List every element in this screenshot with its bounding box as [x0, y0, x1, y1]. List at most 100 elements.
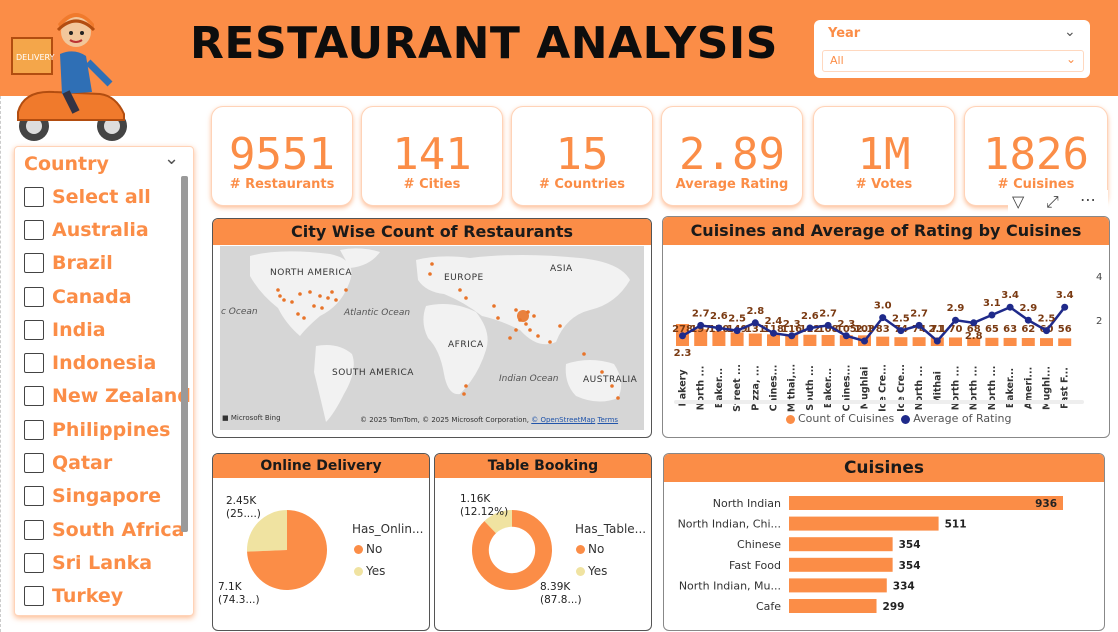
city-point[interactable] [320, 306, 324, 310]
city-point[interactable] [308, 290, 312, 294]
rating-point[interactable] [915, 321, 923, 329]
bar-count[interactable] [912, 337, 926, 346]
city-point[interactable] [330, 290, 334, 294]
country-item-qatar[interactable]: Qatar [24, 446, 184, 479]
city-point[interactable] [312, 304, 316, 308]
rating-point[interactable] [1043, 327, 1050, 335]
city-point[interactable] [508, 336, 512, 340]
rating-point[interactable] [1061, 303, 1069, 311]
city-point[interactable] [536, 334, 540, 338]
rating-point[interactable] [751, 319, 759, 327]
city-point[interactable] [616, 396, 620, 400]
rating-point[interactable] [806, 324, 814, 332]
city-point[interactable] [514, 308, 518, 312]
country-item-new-zealand[interactable]: New Zealand [24, 380, 191, 413]
checkbox[interactable] [24, 453, 44, 474]
chevron-down-icon[interactable]: ⌄ [1066, 52, 1076, 66]
checkbox[interactable] [24, 386, 44, 407]
checkbox[interactable] [24, 519, 44, 540]
scrollbar[interactable] [181, 176, 188, 532]
rating-point[interactable] [879, 314, 887, 322]
focus-mode-icon[interactable]: ⤢ [1046, 192, 1059, 212]
city-point[interactable] [514, 328, 518, 332]
more-options-icon[interactable]: ⋯ [1080, 190, 1096, 209]
country-item-turkey[interactable]: Turkey [24, 580, 184, 613]
rating-point[interactable] [842, 332, 850, 340]
city-point[interactable] [600, 370, 604, 374]
city-point[interactable] [558, 324, 562, 328]
bar-count[interactable] [1058, 338, 1072, 346]
cuisine-bar[interactable] [789, 516, 939, 531]
bar-count[interactable] [1040, 338, 1053, 346]
bar-count[interactable] [748, 333, 762, 346]
scrollbar[interactable] [674, 400, 1084, 404]
bar-count[interactable] [1003, 337, 1017, 346]
checkbox[interactable] [24, 186, 44, 207]
country-item-brazil[interactable]: Brazil [24, 247, 184, 280]
city-point[interactable] [496, 316, 500, 320]
cuisine-bar[interactable] [789, 578, 887, 593]
checkbox[interactable] [24, 253, 44, 274]
checkbox[interactable] [24, 419, 44, 440]
city-point[interactable] [278, 294, 282, 298]
rating-point[interactable] [679, 332, 686, 340]
city-point[interactable] [582, 352, 586, 356]
country-item-philippines[interactable]: Philippines [24, 413, 184, 446]
checkbox[interactable] [24, 286, 44, 307]
rating-point[interactable] [824, 321, 832, 329]
checkbox[interactable] [24, 353, 44, 374]
filter-icon[interactable]: ▽ [1012, 192, 1024, 211]
city-point[interactable] [528, 328, 532, 332]
rating-point[interactable] [1006, 303, 1014, 311]
city-point[interactable] [290, 300, 294, 304]
rating-point[interactable] [788, 332, 796, 340]
rating-point[interactable] [897, 327, 905, 335]
city-point[interactable] [276, 288, 280, 292]
checkbox[interactable] [24, 586, 44, 607]
city-point[interactable] [326, 296, 330, 300]
checkbox[interactable] [24, 486, 44, 507]
bar-count[interactable] [876, 336, 890, 346]
rating-point[interactable] [952, 316, 959, 324]
chevron-down-icon[interactable]: ⌄ [164, 148, 179, 169]
rating-point[interactable] [970, 319, 978, 327]
osm-link[interactable]: © OpenStreetMap [531, 416, 595, 424]
city-point[interactable] [526, 310, 530, 314]
city-point[interactable] [428, 272, 432, 276]
country-item-sri-lanka[interactable]: Sri Lanka [24, 546, 184, 579]
city-point[interactable] [610, 384, 614, 388]
country-item-indonesia[interactable]: Indonesia [24, 346, 184, 379]
city-point[interactable] [524, 322, 528, 326]
checkbox[interactable] [24, 319, 44, 340]
city-point[interactable] [518, 318, 522, 322]
city-point[interactable] [302, 316, 306, 320]
cuisine-bar[interactable] [789, 599, 877, 613]
rating-point[interactable] [770, 329, 777, 337]
city-point[interactable] [298, 292, 302, 296]
country-item-india[interactable]: India [24, 313, 184, 346]
year-dropdown[interactable] [822, 50, 1084, 72]
city-point[interactable] [548, 340, 552, 344]
country-item-south-africa[interactable]: South Africa [24, 513, 184, 546]
cuisine-bar[interactable] [789, 557, 893, 572]
country-item-select-all[interactable]: Select all [24, 180, 184, 213]
city-point[interactable] [318, 294, 322, 298]
checkbox[interactable] [24, 552, 44, 573]
terms-link[interactable]: Terms [597, 416, 618, 424]
city-point[interactable] [464, 296, 468, 300]
country-item-australia[interactable]: Australia [24, 213, 184, 246]
city-point[interactable] [282, 298, 286, 302]
city-point[interactable] [462, 392, 466, 396]
city-point[interactable] [458, 288, 462, 292]
city-point[interactable] [532, 314, 536, 318]
city-point[interactable] [464, 384, 468, 388]
bar-count[interactable] [821, 335, 835, 346]
city-point[interactable] [334, 298, 338, 302]
cuisine-bar[interactable] [789, 496, 1063, 510]
rating-point[interactable] [861, 337, 868, 345]
chevron-down-icon[interactable]: ⌄ [1064, 24, 1076, 40]
rating-point[interactable] [715, 324, 723, 332]
rating-point[interactable] [733, 327, 741, 335]
city-point[interactable] [492, 304, 496, 308]
city-point[interactable] [430, 262, 434, 266]
